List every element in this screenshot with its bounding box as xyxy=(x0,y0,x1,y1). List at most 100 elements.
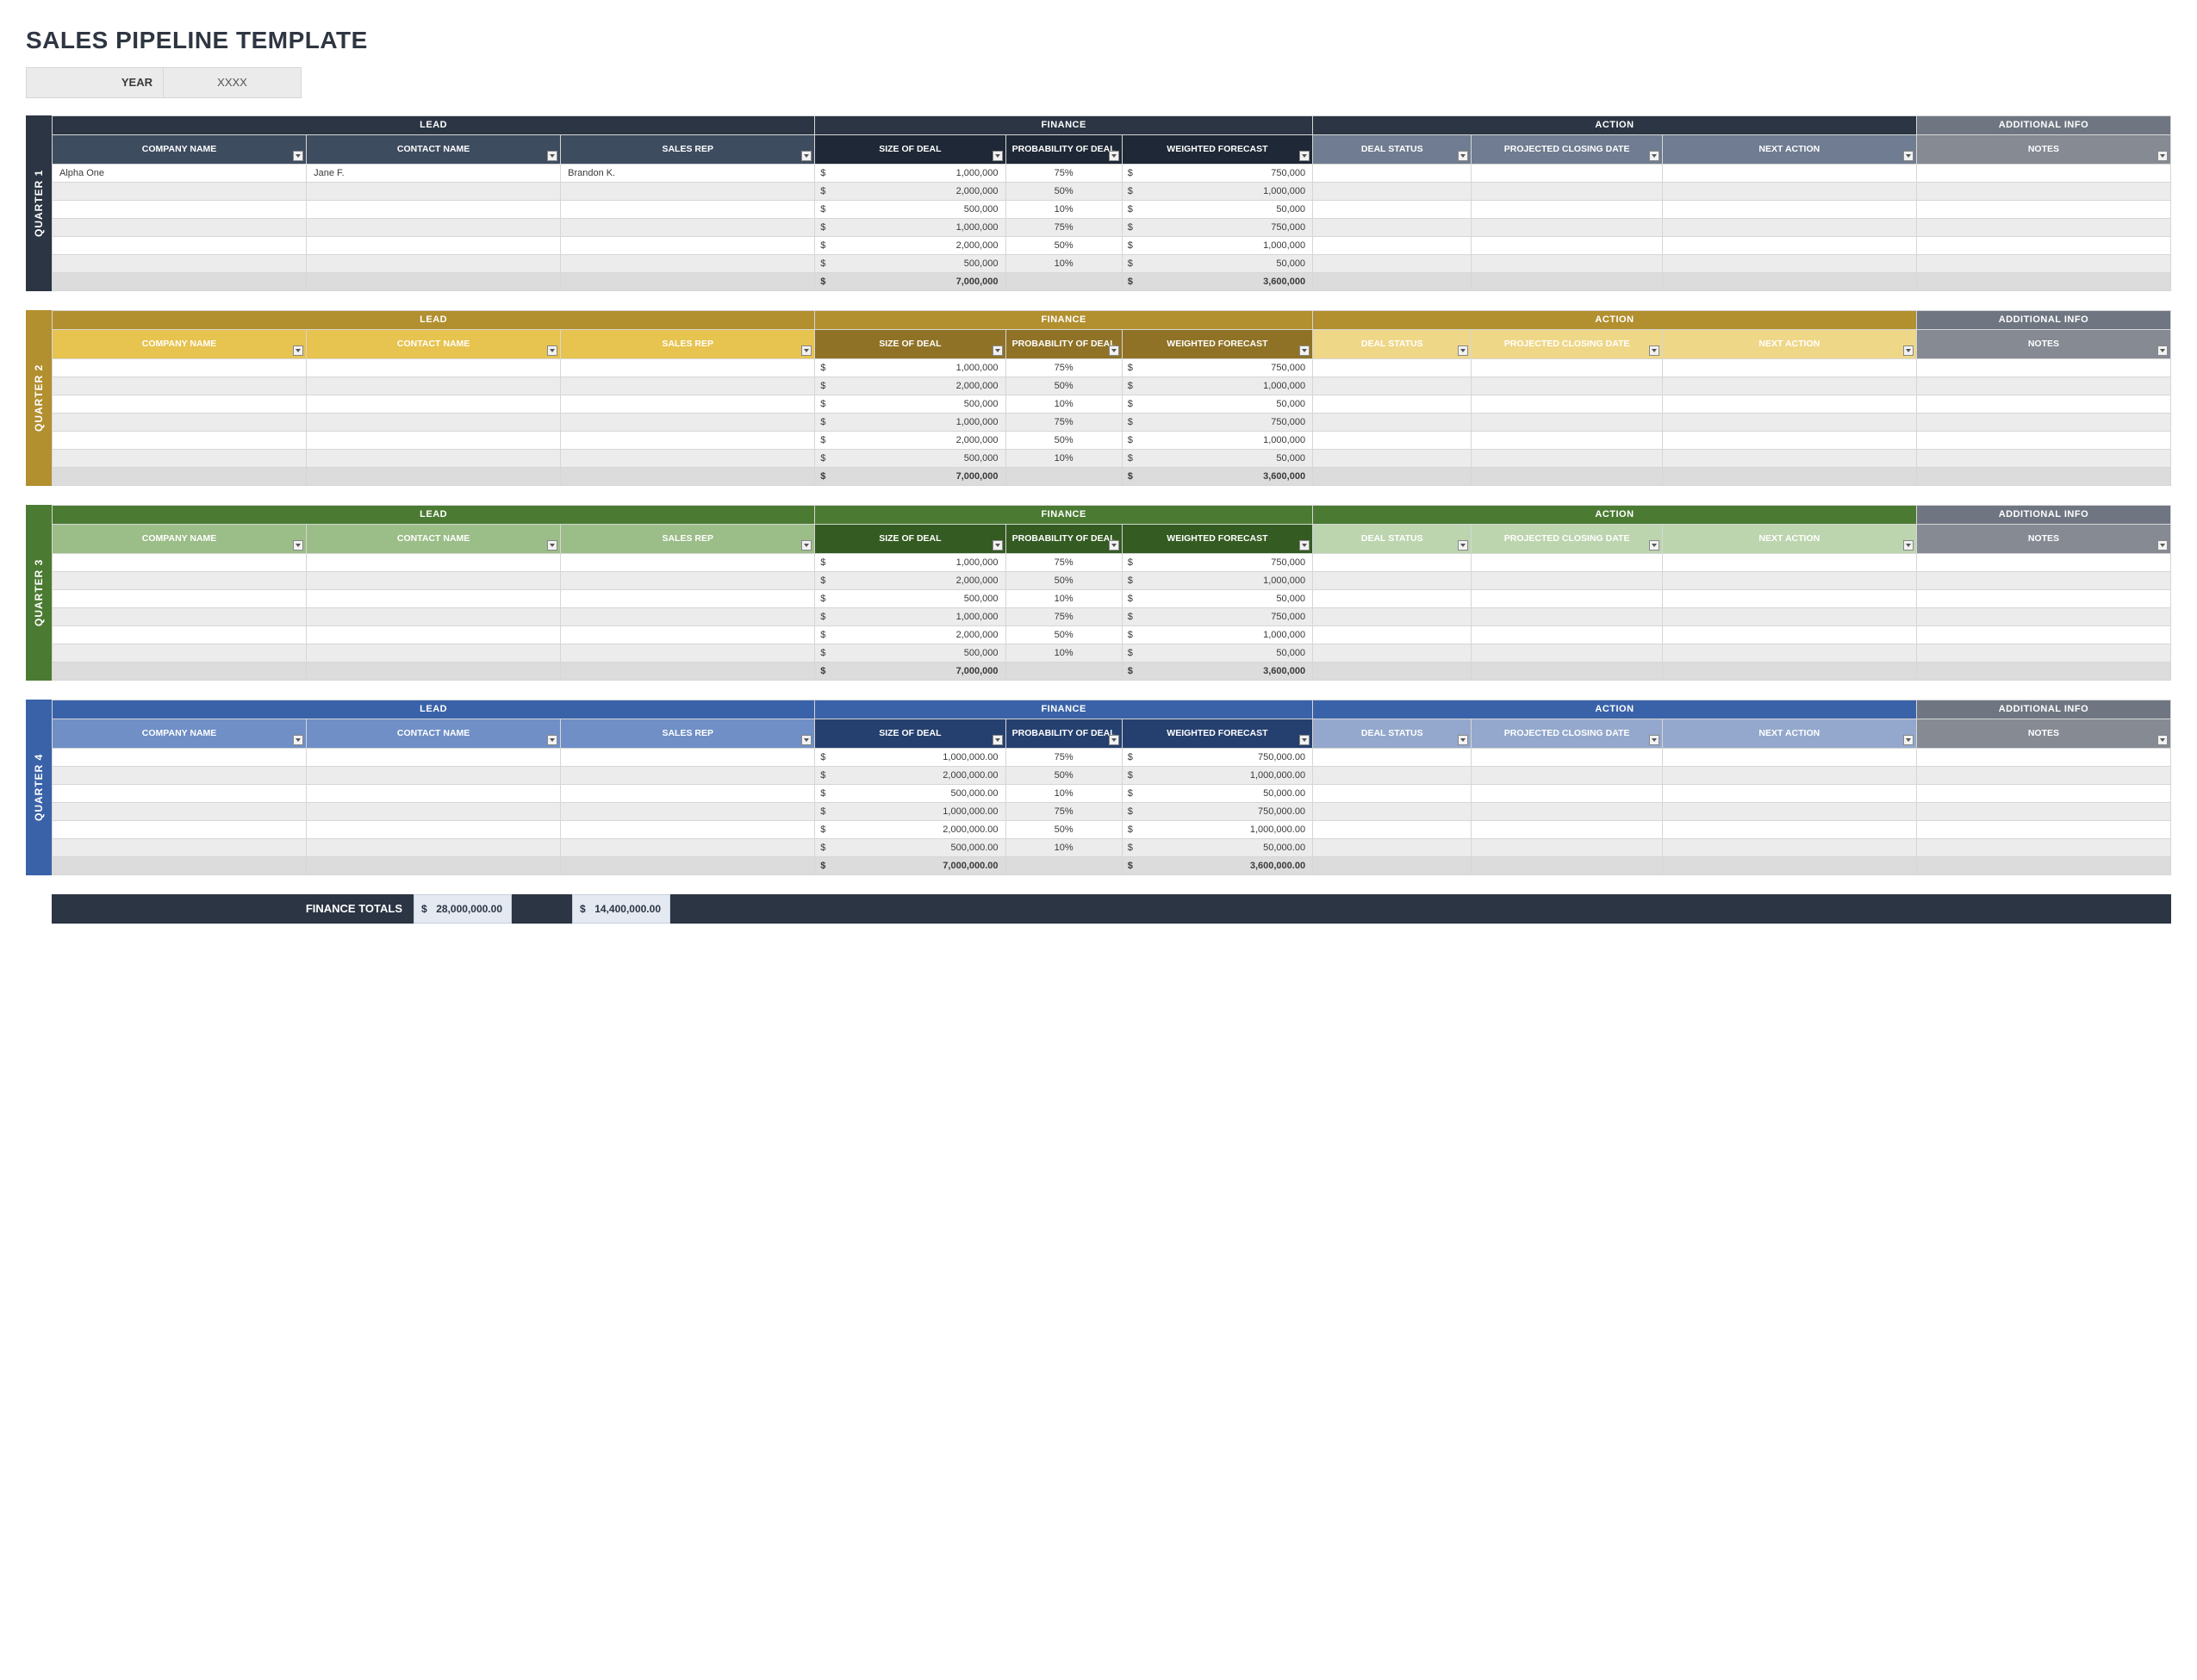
cell-next[interactable] xyxy=(1662,784,1916,802)
cell-close[interactable] xyxy=(1472,748,1662,766)
cell-status[interactable] xyxy=(1313,553,1472,571)
col-notes[interactable]: NOTES xyxy=(1916,329,2170,358)
cell-wf[interactable]: 50,000 xyxy=(1122,395,1312,413)
col-prob[interactable]: PROBABILITY OF DEAL xyxy=(1005,524,1122,553)
filter-dropdown-icon[interactable] xyxy=(1649,735,1659,745)
cell-rep[interactable] xyxy=(561,200,815,218)
cell-wf[interactable]: 50,000 xyxy=(1122,254,1312,272)
col-next[interactable]: NEXT ACTION xyxy=(1662,719,1916,748)
cell-size[interactable]: 1,000,000 xyxy=(815,164,1005,182)
cell-status[interactable] xyxy=(1313,766,1472,784)
cell-next[interactable] xyxy=(1662,358,1916,376)
filter-dropdown-icon[interactable] xyxy=(1458,345,1468,356)
cell-company[interactable] xyxy=(53,553,307,571)
cell-prob[interactable]: 10% xyxy=(1005,200,1122,218)
cell-status[interactable] xyxy=(1313,748,1472,766)
cell-contact[interactable] xyxy=(307,589,561,607)
filter-dropdown-icon[interactable] xyxy=(2157,540,2168,551)
cell-notes[interactable] xyxy=(1916,784,2170,802)
cell-notes[interactable] xyxy=(1916,395,2170,413)
cell-rep[interactable] xyxy=(561,395,815,413)
filter-dropdown-icon[interactable] xyxy=(801,345,812,356)
cell-company[interactable] xyxy=(53,644,307,662)
cell-prob[interactable]: 50% xyxy=(1005,571,1122,589)
cell-next[interactable] xyxy=(1662,218,1916,236)
cell-next[interactable] xyxy=(1662,431,1916,449)
cell-company[interactable] xyxy=(53,607,307,625)
cell-size[interactable]: 2,000,000 xyxy=(815,376,1005,395)
cell-size[interactable]: 1,000,000.00 xyxy=(815,802,1005,820)
cell-wf[interactable]: 50,000 xyxy=(1122,200,1312,218)
cell-close[interactable] xyxy=(1472,254,1662,272)
cell-contact[interactable] xyxy=(307,254,561,272)
cell-rep[interactable] xyxy=(561,218,815,236)
cell-prob[interactable]: 10% xyxy=(1005,644,1122,662)
col-company[interactable]: COMPANY NAME xyxy=(53,524,307,553)
col-wf[interactable]: WEIGHTED FORECAST xyxy=(1122,329,1312,358)
cell-rep[interactable] xyxy=(561,625,815,644)
cell-status[interactable] xyxy=(1313,182,1472,200)
cell-prob[interactable]: 75% xyxy=(1005,413,1122,431)
filter-dropdown-icon[interactable] xyxy=(993,151,1003,161)
cell-contact[interactable] xyxy=(307,413,561,431)
filter-dropdown-icon[interactable] xyxy=(547,540,557,551)
cell-status[interactable] xyxy=(1313,164,1472,182)
cell-wf[interactable]: 50,000 xyxy=(1122,589,1312,607)
col-wf[interactable]: WEIGHTED FORECAST xyxy=(1122,524,1312,553)
cell-prob[interactable]: 75% xyxy=(1005,218,1122,236)
cell-notes[interactable] xyxy=(1916,200,2170,218)
col-size[interactable]: SIZE OF DEAL xyxy=(815,719,1005,748)
cell-notes[interactable] xyxy=(1916,802,2170,820)
col-wf[interactable]: WEIGHTED FORECAST xyxy=(1122,134,1312,164)
cell-status[interactable] xyxy=(1313,644,1472,662)
cell-next[interactable] xyxy=(1662,553,1916,571)
cell-contact[interactable] xyxy=(307,607,561,625)
cell-prob[interactable]: 75% xyxy=(1005,553,1122,571)
cell-wf[interactable]: 1,000,000 xyxy=(1122,571,1312,589)
filter-dropdown-icon[interactable] xyxy=(2157,345,2168,356)
filter-dropdown-icon[interactable] xyxy=(1458,151,1468,161)
cell-wf[interactable]: 1,000,000 xyxy=(1122,625,1312,644)
cell-size[interactable]: 500,000 xyxy=(815,644,1005,662)
filter-dropdown-icon[interactable] xyxy=(1903,151,1914,161)
cell-close[interactable] xyxy=(1472,182,1662,200)
cell-contact[interactable] xyxy=(307,820,561,838)
filter-dropdown-icon[interactable] xyxy=(293,735,303,745)
cell-contact[interactable] xyxy=(307,784,561,802)
filter-dropdown-icon[interactable] xyxy=(1299,151,1310,161)
cell-status[interactable] xyxy=(1313,589,1472,607)
cell-size[interactable]: 2,000,000 xyxy=(815,182,1005,200)
cell-next[interactable] xyxy=(1662,164,1916,182)
cell-prob[interactable]: 10% xyxy=(1005,254,1122,272)
cell-wf[interactable]: 750,000 xyxy=(1122,607,1312,625)
cell-prob[interactable]: 10% xyxy=(1005,589,1122,607)
cell-company[interactable] xyxy=(53,449,307,467)
cell-rep[interactable] xyxy=(561,236,815,254)
cell-rep[interactable] xyxy=(561,571,815,589)
cell-close[interactable] xyxy=(1472,395,1662,413)
cell-size[interactable]: 500,000.00 xyxy=(815,784,1005,802)
cell-close[interactable] xyxy=(1472,200,1662,218)
cell-wf[interactable]: 1,000,000 xyxy=(1122,376,1312,395)
cell-notes[interactable] xyxy=(1916,413,2170,431)
cell-close[interactable] xyxy=(1472,218,1662,236)
cell-rep[interactable] xyxy=(561,766,815,784)
cell-size[interactable]: 500,000 xyxy=(815,200,1005,218)
cell-status[interactable] xyxy=(1313,254,1472,272)
cell-notes[interactable] xyxy=(1916,236,2170,254)
cell-company[interactable] xyxy=(53,766,307,784)
cell-size[interactable]: 500,000 xyxy=(815,449,1005,467)
cell-size[interactable]: 2,000,000 xyxy=(815,431,1005,449)
col-rep[interactable]: SALES REP xyxy=(561,524,815,553)
cell-company[interactable] xyxy=(53,802,307,820)
cell-rep[interactable] xyxy=(561,358,815,376)
cell-company[interactable] xyxy=(53,625,307,644)
cell-size[interactable]: 500,000.00 xyxy=(815,838,1005,856)
cell-size[interactable]: 1,000,000 xyxy=(815,553,1005,571)
cell-status[interactable] xyxy=(1313,376,1472,395)
filter-dropdown-icon[interactable] xyxy=(1299,345,1310,356)
cell-close[interactable] xyxy=(1472,358,1662,376)
cell-status[interactable] xyxy=(1313,358,1472,376)
filter-dropdown-icon[interactable] xyxy=(1458,735,1468,745)
cell-notes[interactable] xyxy=(1916,553,2170,571)
